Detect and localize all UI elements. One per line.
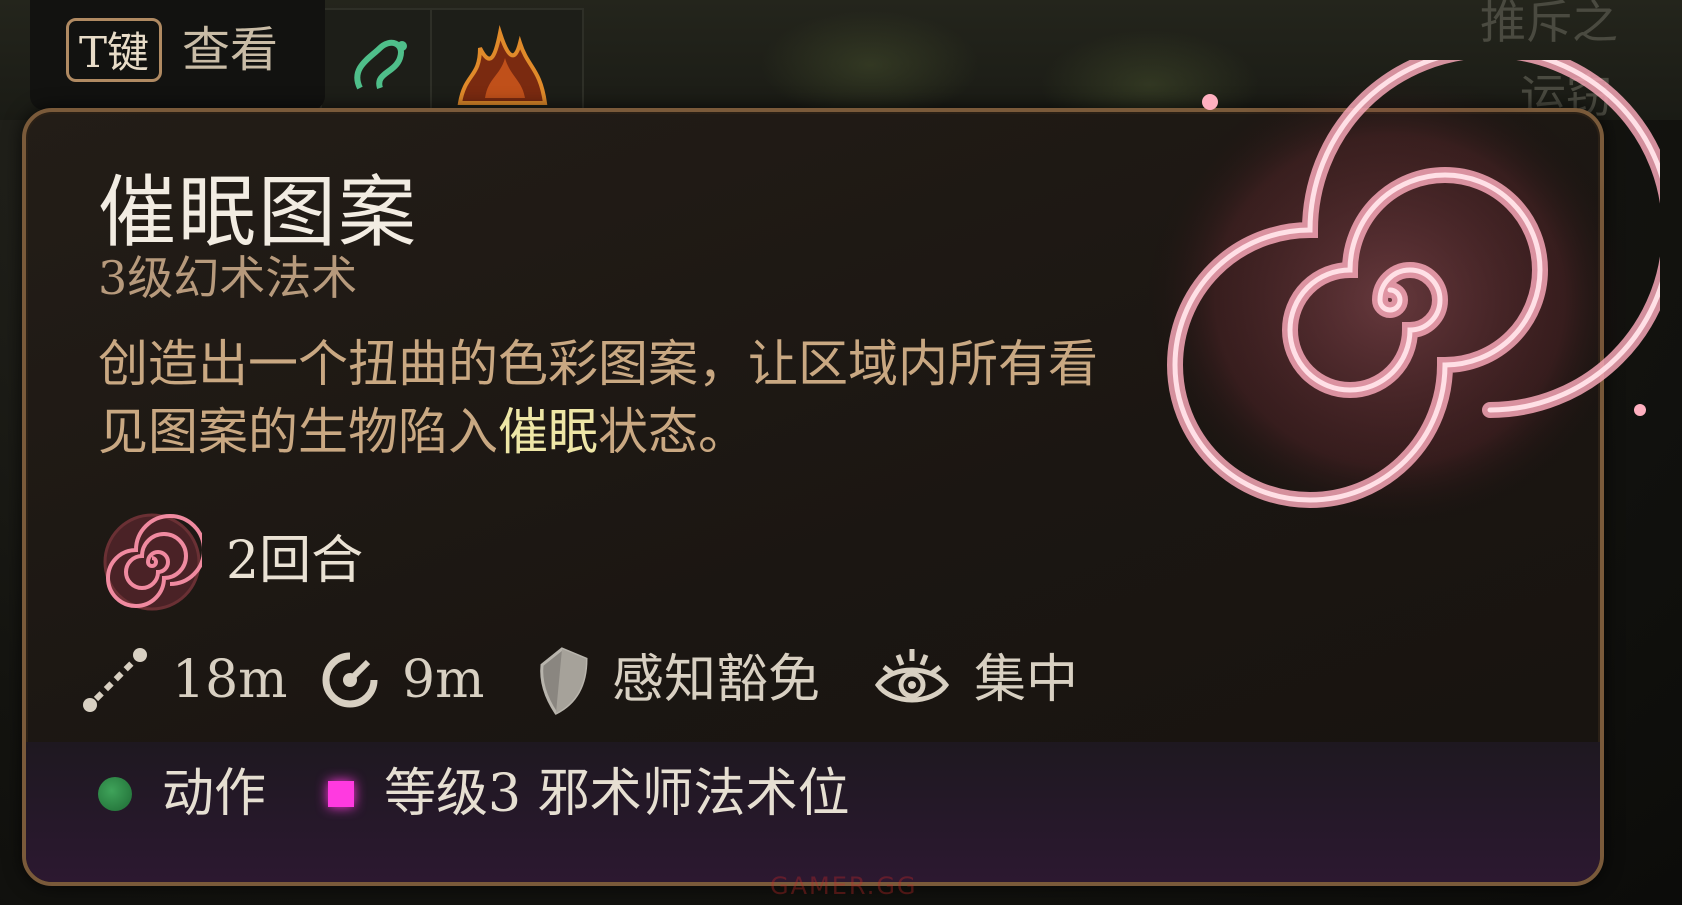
range-value: 18m xyxy=(172,650,288,710)
spell-level-school: 3级幻术法术 xyxy=(98,251,358,305)
spell-slot-label: 等级3 邪术师法术位 xyxy=(384,764,850,824)
description-text: 状态。 xyxy=(598,403,748,461)
background-foliage xyxy=(760,10,980,120)
fire-ability-icon[interactable] xyxy=(450,18,560,108)
area-value: 9m xyxy=(402,650,485,710)
action-cost: 动作 xyxy=(98,754,266,834)
background-text: 推斥之 xyxy=(1480,0,1618,49)
shield-icon xyxy=(540,647,588,715)
area-stat: 9m xyxy=(320,640,484,720)
save-stat: 感知豁免 xyxy=(534,640,820,720)
radius-icon xyxy=(322,652,378,708)
description-highlight: 催眠 xyxy=(498,403,598,461)
save-value: 感知豁免 xyxy=(612,650,821,710)
duration-text: 2回合 xyxy=(226,531,364,591)
action-cost-label: 动作 xyxy=(162,764,267,824)
concentration-stat: 集中 xyxy=(872,640,1078,720)
hotkey-badge: T键 xyxy=(66,18,163,82)
spell-slot-icon xyxy=(328,781,354,807)
watermark: GAMER.GG xyxy=(770,872,918,900)
spell-slot-cost: 等级3 邪术师法术位 xyxy=(328,754,850,834)
range-stat: 18m xyxy=(80,640,287,720)
eye-icon xyxy=(874,649,950,703)
spiral-icon xyxy=(103,513,202,611)
spell-name: 催眠图案 xyxy=(98,168,419,258)
spell-tooltip: 催眠图案 3级幻术法术 创造出一个扭曲的色彩图案，让区域内所有看见图案的生物陷入… xyxy=(22,108,1604,886)
lizard-ability-icon[interactable] xyxy=(330,18,440,108)
hotkey-label: 查看 xyxy=(182,22,279,78)
range-icon xyxy=(83,648,147,712)
spell-description: 创造出一个扭曲的色彩图案，让区域内所有看见图案的生物陷入催眠状态。 xyxy=(98,330,1118,466)
concentration-value: 集中 xyxy=(974,650,1079,710)
hotkey-hint: T键 查看 xyxy=(30,0,325,110)
action-dot-icon xyxy=(98,777,132,811)
